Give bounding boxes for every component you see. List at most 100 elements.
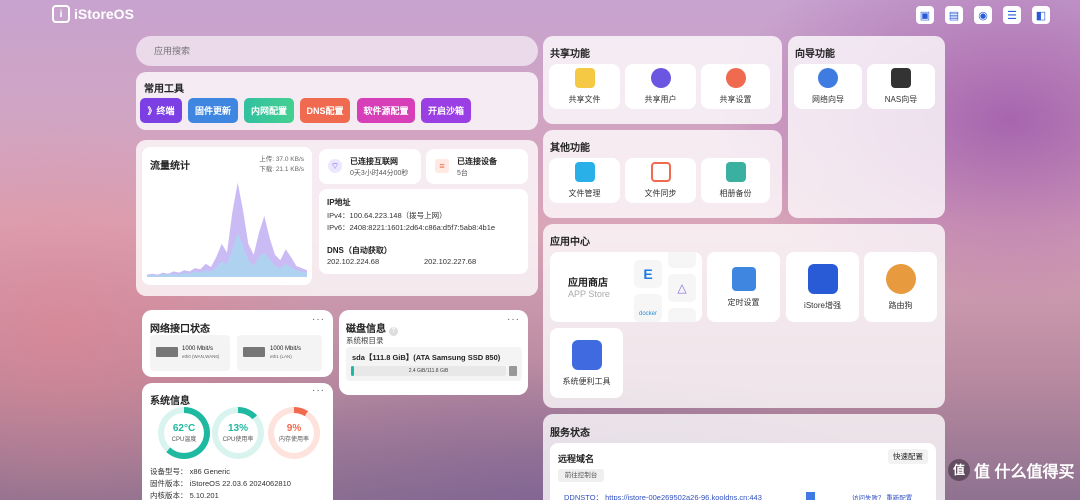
traffic-card: 流量统计 上传: 37.0 KB/s 下载: 21.1 KB/s [142,147,312,285]
traffic-title: 流量统计 [150,161,190,172]
istoreos-logo-icon: i [52,5,70,23]
more-icon[interactable]: ··· [507,314,520,325]
cpu-temp-value: 62°C [172,423,196,434]
user-icon [650,68,671,88]
app-store-tile[interactable]: 应用商店 APP Store E △ docker [550,252,702,322]
copy-icon[interactable] [806,492,815,500]
other-title: 其他功能 [550,143,590,154]
network-guide-tile[interactable]: 网络向导 [794,64,862,109]
clipboard-icon[interactable]: ▤ [945,6,963,24]
console-button[interactable]: 前往控制台 [558,469,604,482]
firmware-update-button[interactable]: 固件更新 [188,98,238,123]
gear-icon [725,68,746,88]
port-speed: 1000 Mbit/s [182,346,214,352]
dns-title: DNS（自动获取） [327,246,392,255]
router-dog-tile[interactable]: 路由狗 [864,252,937,322]
port-eth1[interactable]: 1000 Mbit/s eth1 (LAN) [237,335,322,371]
software-source-button[interactable]: 软件源配置 [357,98,415,123]
quick-config-button[interactable]: 快速配置 [888,449,928,464]
kernel-version: 内核版本： 5.10.201 [150,491,219,500]
message-icon[interactable]: ☰ [1003,6,1021,24]
remote-domain-card: 远程域名 快速配置 前往控制台 DDNSTO： https://istore-0… [550,443,936,500]
terminal-button[interactable]: 》终端 [140,98,182,123]
port-speed: 1000 Mbit/s [270,346,302,352]
disk-title-text: 磁盘信息 [346,324,386,335]
port-name: eth0 (WAN,WAN6) [182,354,220,359]
tile-label: 网络向导 [812,95,844,104]
app-logo-icon: E [634,260,662,288]
dns-config-button[interactable]: DNS配置 [300,98,350,123]
traffic-chart [147,182,307,277]
system-icon[interactable]: ▣ [916,6,934,24]
cpu-usage-label: CPU使用率 [222,437,254,443]
file-sync-tile[interactable]: 文件同步 [625,158,696,203]
help-icon[interactable]: ? [388,327,398,336]
share-users-tile[interactable]: 共享用户 [625,64,696,109]
firmware-version: 固件版本： iStoreOS 22.03.6 2024062810 [150,479,291,488]
file-manager-tile[interactable]: 文件管理 [549,158,620,203]
server-icon: ≡ [435,159,449,173]
timer-settings-tile[interactable]: 定时设置 [707,252,780,322]
memory-usage-value: 9% [286,423,302,434]
dns-primary: 202.102.224.68 [327,257,380,266]
app-store-title: 应用商店 [568,278,608,289]
dog-icon [885,263,916,294]
upload-rate: 上传: 37.0 KB/s [259,156,304,163]
app-logo-icon [668,252,696,268]
system-info-card: 系统信息 ··· 62°C CPU温度 13% CPU使用率 9% 内存使用率 … [142,383,333,500]
reconfigure-link[interactable]: 访问失败？ 重新配置 [852,492,912,500]
tools-title: 常用工具 [144,84,184,95]
share-settings-tile[interactable]: 共享设置 [701,64,770,109]
gauge-inner: 13% CPU使用率 [218,413,258,453]
watermark: 值 值 什么值得买 [948,458,1074,482]
more-icon[interactable]: ··· [312,385,325,396]
disk-usage-text: 2.4 GiB/111.8 GiB [408,368,449,374]
istore-enhance-tile[interactable]: iStore增强 [786,252,859,322]
disk-row[interactable]: sda【111.8 GiB】(ATA Samsung SSD 850) 2.4 … [346,347,522,381]
traffic-rates: 上传: 37.0 KB/s 下载: 21.1 KB/s [259,155,304,175]
istore-enhance-icon [807,263,838,294]
ip-card: IP地址 IPv4：100.64.223.148（拨号上网） IPv6：2408… [319,189,528,274]
share-files-tile[interactable]: 共享文件 [549,64,620,109]
folder-icon [574,68,595,88]
disk-action-icon[interactable] [509,366,517,376]
devices-count: 5台 [457,170,468,177]
nas-guide-tile[interactable]: NAS向导 [867,64,935,109]
download-rate: 下载: 21.1 KB/s [259,166,304,173]
gauge-inner: 9% 内存使用率 [274,413,314,453]
cpu-usage-gauge: 13% CPU使用率 [212,407,264,459]
cpu-usage-value: 13% [227,423,248,434]
port-eth0[interactable]: 1000 Mbit/s eth0 (WAN,WAN6) [150,335,230,371]
tile-label: 共享用户 [644,95,677,104]
docker-icon: docker [634,294,662,322]
gauge-inner: 62°C CPU温度 [164,413,204,453]
app-search-input[interactable] [136,36,538,66]
tile-label: 共享文件 [568,95,601,104]
lan-config-button[interactable]: 内网配置 [244,98,294,123]
cpu-temp-gauge: 62°C CPU温度 [158,407,210,459]
watermark-text: 值 什么值得买 [974,464,1075,481]
logo-text: iStoreOS [74,6,134,22]
disk-subtitle: 系统根目录 [346,336,384,345]
ddnsto-link[interactable]: DDNSTO： https://istore-00e269502a26-96.k… [564,492,762,500]
photo-icon [725,162,746,182]
dns-secondary: 202.102.227.68 [424,257,477,266]
photo-backup-tile[interactable]: 相册备份 [701,158,770,203]
ipv6-text: IPv6：2408:8221:1601:2d64:c86a:d5f7:5ab8:… [327,223,496,232]
istoreos-logo[interactable]: i iStoreOS [52,5,134,23]
share-title: 共享功能 [550,49,590,60]
system-tools-tile[interactable]: 系统便利工具 [550,328,623,398]
user-icon[interactable]: ◧ [1032,6,1050,24]
sysinfo-title: 系统信息 [150,396,190,407]
compass-icon[interactable]: ◉ [974,6,992,24]
devices-card[interactable]: ≡ 已连接设备 5台 [426,149,528,184]
watermark-logo-icon: 值 [948,459,970,481]
network-title: 网络接口状态 [150,324,210,335]
more-icon[interactable]: ··· [312,314,325,325]
tile-label: 系统便利工具 [562,376,611,386]
sandbox-button[interactable]: 开启沙箱 [421,98,471,123]
tile-label: 共享设置 [719,95,752,104]
cpu-temp-label: CPU温度 [171,437,197,443]
docker-label: docker [638,311,657,317]
file-manager-icon [574,162,595,182]
